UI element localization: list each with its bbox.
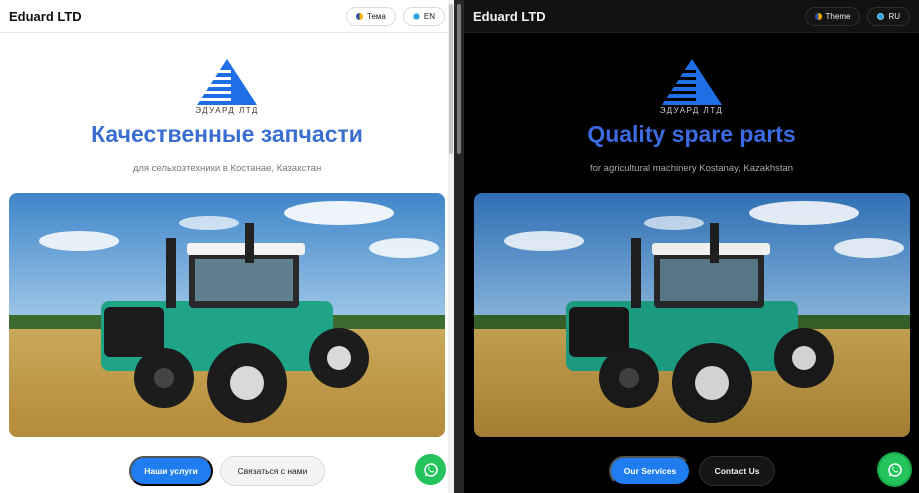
whatsapp-icon (423, 462, 438, 477)
site-header: Eduard LTD Theme RU (464, 0, 919, 33)
theme-toggle-label: Тема (367, 11, 386, 21)
contact-button[interactable]: Связаться с нами (220, 456, 325, 486)
globe-icon (412, 12, 420, 20)
header-actions: Тема EN (346, 6, 445, 26)
header-actions: Theme RU (804, 6, 910, 26)
language-toggle-button[interactable]: EN (402, 6, 445, 26)
services-button[interactable]: Our Services (609, 456, 691, 486)
whatsapp-chat-button[interactable] (879, 454, 910, 485)
hero-subline: for agricultural machinery Kostanay, Kaz… (589, 163, 794, 174)
hero-headline: Quality spare parts (587, 121, 796, 147)
language-toggle-button[interactable]: RU (867, 6, 910, 26)
theme-toggle-label: Theme (825, 11, 851, 21)
company-logo: ЭДУАРД ЛТД (654, 58, 730, 116)
brand-name[interactable]: Eduard LTD (9, 9, 82, 24)
hero-image-tractor (474, 193, 910, 437)
globe-icon (877, 12, 885, 20)
split-divider[interactable] (454, 0, 464, 493)
whatsapp-chat-button[interactable] (415, 454, 446, 485)
hero-headline: Качественные запчасти (91, 121, 363, 147)
language-toggle-label: RU (888, 11, 900, 21)
dark-preview-pane: Eduard LTD Theme RU ЭДУАРД ЛТД Quality s… (464, 0, 919, 493)
language-toggle-label: EN (423, 11, 435, 21)
theme-toggle-button[interactable]: Тема (346, 6, 396, 26)
half-circle-icon (356, 12, 364, 20)
hero-image-tractor (9, 193, 445, 437)
half-circle-icon (814, 12, 822, 20)
hero-subline: для сельхозтехники в Костанае, Казахстан (132, 163, 322, 174)
logo-wordmark: ЭДУАРД ЛТД (195, 106, 259, 115)
pyramid-logo-icon (191, 59, 257, 105)
company-logo: ЭДУАРД ЛТД (189, 58, 265, 116)
theme-toggle-button[interactable]: Theme (804, 6, 861, 26)
services-button[interactable]: Наши услуги (129, 456, 213, 486)
site-header: Eduard LTD Тема EN (0, 0, 454, 33)
pyramid-logo-icon (655, 59, 722, 105)
logo-wordmark: ЭДУАРД ЛТД (659, 106, 724, 115)
brand-name[interactable]: Eduard LTD (473, 9, 546, 24)
contact-button[interactable]: Contact Us (699, 456, 775, 486)
whatsapp-icon (887, 462, 902, 477)
light-preview-pane: Eduard LTD Тема EN ЭДУАРД ЛТД Качественн… (0, 0, 454, 493)
